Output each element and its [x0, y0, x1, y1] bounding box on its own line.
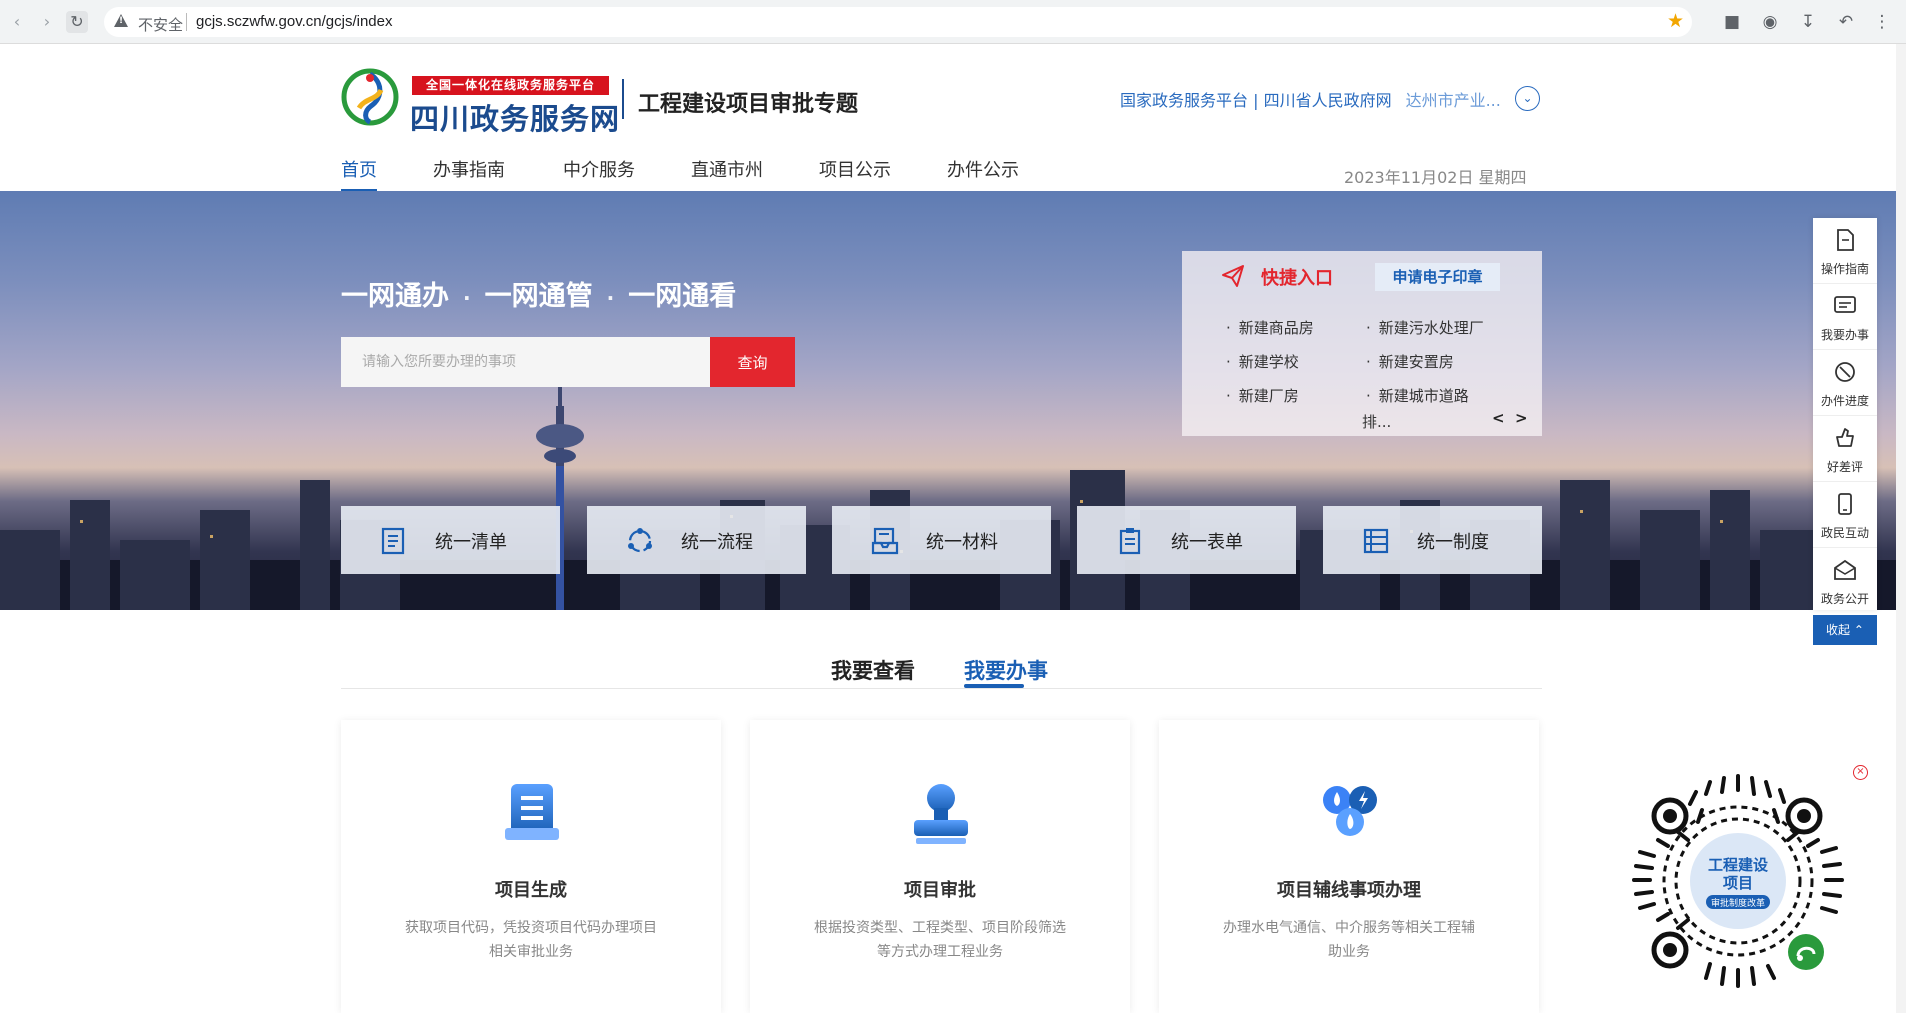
unify-form-button[interactable]: 统一表单: [1077, 506, 1296, 574]
search-button[interactable]: 查询: [710, 337, 795, 387]
download-icon[interactable]: ↧: [1796, 10, 1820, 34]
quick-item-truncated[interactable]: 排...: [1362, 411, 1391, 432]
quick-item[interactable]: 新建厂房: [1226, 385, 1299, 406]
site-name[interactable]: 四川政务服务网: [410, 96, 620, 138]
unify-label: 统一材料: [926, 532, 998, 553]
card-title: 项目生成: [495, 880, 567, 901]
card-desc: 根据投资类型、工程类型、项目阶段筛选等方式办理工程业务: [814, 920, 1066, 960]
qr-title-line2: 项目: [1723, 874, 1753, 892]
tab-apply[interactable]: 我要办事: [964, 655, 1048, 685]
card-desc: 获取项目代码，凭投资项目代码办理项目相关审批业务: [405, 920, 657, 960]
extensions-icon[interactable]: ■: [1720, 10, 1744, 34]
warning-icon: [114, 14, 128, 27]
tab-view[interactable]: 我要查看: [831, 655, 915, 685]
utilities-icon: [1323, 786, 1377, 836]
qr-tag: 审批制度改革: [1711, 897, 1765, 909]
quick-entry-title: 快捷入口: [1261, 268, 1333, 289]
mobile-phone-icon: [1838, 493, 1852, 515]
nav-project-notice[interactable]: 项目公示: [819, 156, 891, 182]
tv-tower-image: [536, 386, 584, 610]
site-logo-icon[interactable]: [341, 68, 399, 126]
unify-material-button[interactable]: 统一材料: [832, 506, 1051, 574]
quick-item[interactable]: 新建污水处理厂: [1366, 317, 1484, 338]
card-title: 项目审批: [904, 880, 976, 901]
gov-links[interactable]: 国家政务服务平台 | 四川省人民政府网: [1120, 91, 1392, 110]
nav-agency[interactable]: 中介服务: [563, 156, 635, 182]
side-rating[interactable]: 好差评: [1813, 416, 1877, 482]
unify-system-button[interactable]: 统一制度: [1323, 506, 1542, 574]
insecure-label: 不安全: [138, 16, 184, 34]
city-selector[interactable]: 达州市产业...: [1406, 91, 1501, 110]
reload-icon[interactable]: ↻: [66, 11, 88, 33]
qr-title-line1: 工程建设: [1708, 856, 1768, 874]
nav-guide[interactable]: 办事指南: [433, 156, 505, 182]
open-mail-icon: [1834, 559, 1856, 580]
slogan: 一网通办 · 一网通管 · 一网通看: [341, 281, 737, 312]
next-arrow-icon[interactable]: >: [1515, 409, 1528, 427]
system-rules-icon: [1363, 528, 1389, 554]
unify-label: 统一清单: [435, 532, 507, 553]
prev-arrow-icon[interactable]: <: [1492, 409, 1505, 427]
quick-item[interactable]: 新建商品房: [1226, 317, 1314, 338]
progress-search-icon: [1835, 362, 1855, 382]
page-scrollbar[interactable]: [1896, 44, 1906, 1013]
nav-home[interactable]: 首页: [341, 156, 377, 182]
menu-icon[interactable]: ⋮: [1870, 10, 1894, 34]
card-project-generation[interactable]: 项目生成 获取项目代码，凭投资项目代码办理项目相关审批业务: [341, 720, 721, 1013]
page-title: 工程建设项目审批专题: [638, 92, 859, 117]
stamp-icon: [914, 784, 968, 844]
chevron-up-icon: ⌃: [1853, 623, 1864, 637]
unify-process-button[interactable]: 统一流程: [587, 506, 806, 574]
process-cycle-icon: [628, 528, 652, 553]
search-input[interactable]: [341, 337, 710, 387]
side-interaction[interactable]: 政民互动: [1813, 482, 1877, 548]
chevron-down-icon[interactable]: ⌄: [1515, 86, 1540, 111]
material-tray-icon: [871, 527, 899, 555]
url-text[interactable]: gcjs.sczwfw.gov.cn/gcjs/index: [196, 13, 392, 30]
nav-cities[interactable]: 直通市州: [691, 156, 763, 182]
close-icon[interactable]: ×: [1853, 765, 1868, 780]
thumb-rating-icon: [1836, 428, 1854, 447]
platform-badge: 全国一体化在线政务服务平台: [412, 76, 609, 95]
quick-entry-panel: 快捷入口 申请电子印章 新建商品房 新建污水处理厂 新建学校 新建安置房 新建厂…: [1182, 251, 1542, 436]
side-public[interactable]: 政务公开: [1813, 548, 1877, 614]
unify-label: 统一流程: [681, 532, 753, 553]
undo-icon[interactable]: ↶: [1834, 10, 1858, 34]
side-guide[interactable]: 操作指南: [1813, 218, 1877, 284]
side-progress[interactable]: 办件进度: [1813, 350, 1877, 416]
list-document-icon: [381, 527, 405, 555]
nav-case-notice[interactable]: 办件公示: [947, 156, 1019, 182]
top-links[interactable]: 国家政务服务平台 | 四川省人民政府网 达州市产业...: [1120, 87, 1501, 111]
quick-item[interactable]: 新建城市道路: [1366, 385, 1469, 406]
collapse-toolbar-button[interactable]: 收起 ⌃: [1813, 615, 1877, 645]
side-apply[interactable]: 我要办事: [1813, 284, 1877, 350]
unify-list-button[interactable]: 统一清单: [341, 506, 560, 574]
hero-banner: 一网通办·一网通管·一网通看 查询 快捷入口 申请电子印章 新建商品房 新建污水…: [0, 191, 1906, 610]
quick-item[interactable]: 新建安置房: [1366, 351, 1454, 372]
quick-item[interactable]: 新建学校: [1226, 351, 1299, 372]
site-header: 全国一体化在线政务服务平台 四川政务服务网 工程建设项目审批专题 国家政务服务平…: [0, 44, 1906, 192]
clipboard-form-icon: [1119, 528, 1141, 555]
apply-e-seal-button[interactable]: 申请电子印章: [1375, 263, 1500, 291]
floating-toolbar: 操作指南 我要办事 办件进度 好差评 政民互动 政务公开: [1813, 218, 1877, 610]
card-project-approval[interactable]: 项目审批 根据投资类型、工程类型、项目阶段筛选等方式办理工程业务: [750, 720, 1130, 1013]
service-tabs: 我要查看 我要办事: [341, 653, 1542, 689]
guide-document-icon: [1837, 229, 1854, 251]
apply-message-icon: [1834, 296, 1856, 313]
document-list-icon: [505, 784, 559, 840]
unify-label: 统一制度: [1417, 532, 1489, 553]
profile-icon[interactable]: ◉: [1758, 10, 1782, 34]
paper-plane-icon: [1222, 265, 1244, 287]
address-bar[interactable]: 不安全 gcjs.sczwfw.gov.cn/gcjs/index ★: [104, 7, 1692, 37]
forward-icon[interactable]: ›: [36, 11, 58, 33]
browser-toolbar: ‹ › ↻ 不安全 gcjs.sczwfw.gov.cn/gcjs/index …: [0, 0, 1906, 44]
back-icon[interactable]: ‹: [6, 11, 28, 33]
card-auxiliary-items[interactable]: 项目辅线事项办理 办理水电气通信、中介服务等相关工程辅助业务: [1159, 720, 1539, 1013]
mini-program-qr-code[interactable]: 工程建设 项目 审批制度改革: [1628, 770, 1848, 992]
card-desc: 办理水电气通信、中介服务等相关工程辅助业务: [1223, 920, 1475, 960]
card-title: 项目辅线事项办理: [1277, 880, 1421, 901]
current-date: 2023年11月02日 星期四: [1344, 168, 1527, 187]
unify-label: 统一表单: [1171, 532, 1243, 553]
bookmark-star-icon[interactable]: ★: [1667, 10, 1684, 32]
